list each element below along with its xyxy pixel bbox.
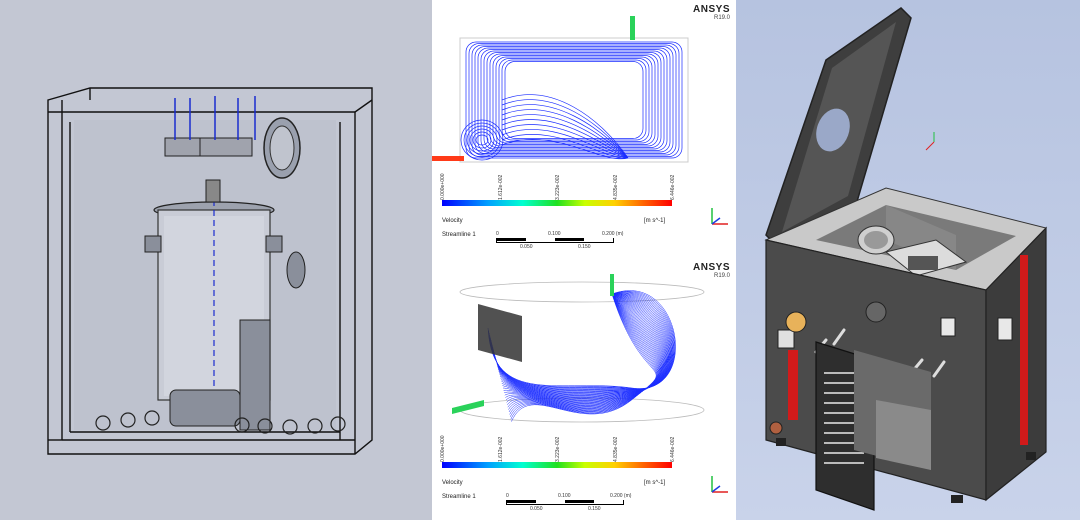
legend-tick-label: 3.223e-002 <box>555 436 561 462</box>
cfd-results-panel: ANSYS R19.0 0.000e+000 1.612e-002 3.223e-0… <box>432 0 736 520</box>
legend-title-bottom: Velocity <box>442 480 463 486</box>
legend-unit-bottom: [m s^-1] <box>644 480 666 486</box>
legend-tick-label: 6.446e-002 <box>670 436 676 462</box>
cabinet-render-drawing <box>764 7 1047 511</box>
streamline <box>480 49 668 151</box>
streamline <box>477 47 671 153</box>
legend-tick-label: 0.000e+000 <box>440 173 446 200</box>
legend-tick-label: 3.223e-002 <box>555 174 561 200</box>
streamline <box>465 41 683 159</box>
streamline <box>492 55 656 145</box>
legend-tick-label: 1.612e-002 <box>497 174 504 200</box>
cabinet-render-panel <box>736 0 1080 520</box>
streamline <box>501 94 629 159</box>
streamline-label-bottom: Streamline 1 <box>442 494 476 500</box>
legend-title-top: Velocity <box>442 218 463 224</box>
streamline <box>501 114 629 159</box>
streamline-plot-bottom <box>452 274 705 423</box>
axis-triad-bottom-icon <box>711 476 728 493</box>
streamline-label-top: Streamline 1 <box>442 232 476 238</box>
legend-tick-label: 4.835e-002 <box>612 174 619 200</box>
velocity-legend-top: 0.000e+000 1.612e-002 3.223e-002 4.835e-002… <box>440 170 676 206</box>
velocity-legend-bottom: 0.000e+000 1.612e-002 3.223e-002 4.835e-002… <box>440 432 676 468</box>
legend-tick-label: 0.000e+000 <box>440 435 446 462</box>
streamline <box>483 50 665 150</box>
axis-triad-top-icon <box>711 208 728 225</box>
legend-tick-label: 6.446e-002 <box>670 174 676 200</box>
legend-tick-label: 1.612e-002 <box>497 436 504 462</box>
streamline <box>486 52 662 148</box>
legend-unit-top: [m s^-1] <box>644 218 666 224</box>
streamline-plot-top <box>432 16 689 163</box>
legend-tick-label: 4.835e-002 <box>612 436 619 462</box>
streamline <box>489 53 659 147</box>
streamline <box>468 43 680 157</box>
cad-wireframe-panel <box>0 0 432 520</box>
image-composite: ANSYS R19.0 0.000e+000 1.612e-002 3.223e-0… <box>0 0 1080 520</box>
cad-wireframe-drawing <box>47 87 373 455</box>
